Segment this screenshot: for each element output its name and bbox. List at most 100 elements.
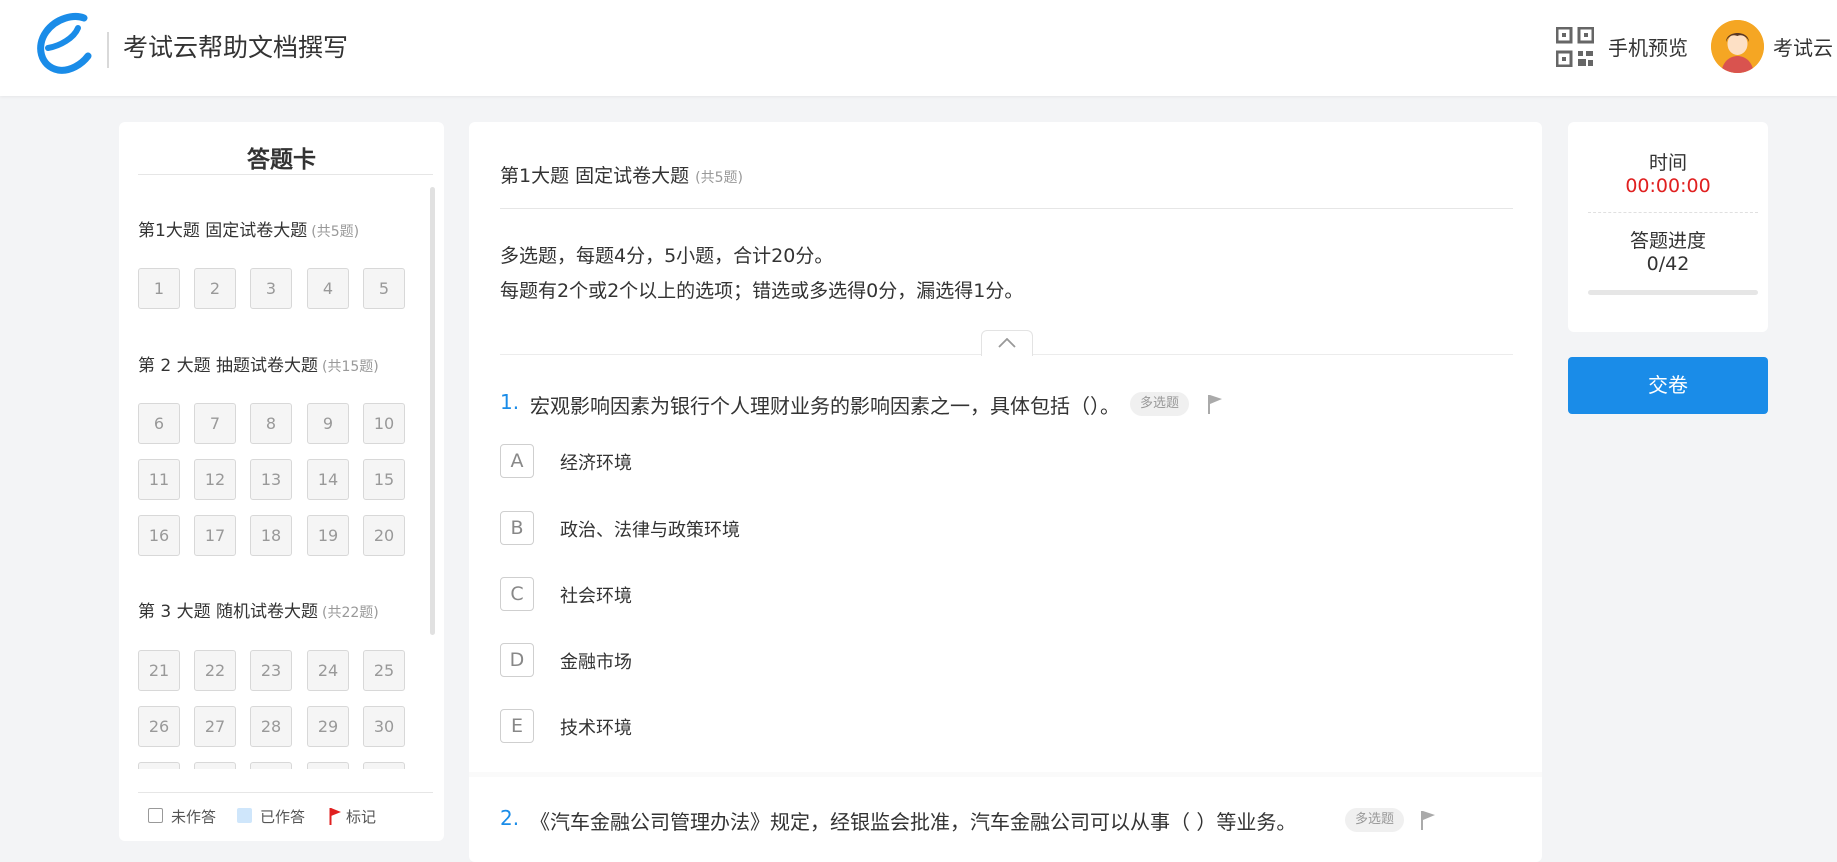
- option-c-text[interactable]: 社会环境: [560, 582, 632, 608]
- option-a-text[interactable]: 经济环境: [560, 449, 632, 475]
- option-e-button[interactable]: E: [500, 709, 534, 743]
- footer-divider: [138, 792, 433, 793]
- question-number-button[interactable]: 12: [194, 459, 236, 500]
- section-title-text: 第1大题 固定试卷大题: [138, 221, 308, 241]
- title-divider: [138, 174, 433, 175]
- part-description-line1: 多选题，每题4分，5小题，合计20分。: [500, 245, 834, 267]
- part-description-line2: 每题有2个或2个以上的选项；错选或多选得0分，漏选得1分。: [500, 280, 1024, 302]
- question-number-button[interactable]: 9: [307, 403, 349, 444]
- question-number-button[interactable]: 10: [363, 403, 405, 444]
- question-separator: [469, 772, 1542, 777]
- option-d-text[interactable]: 金融市场: [560, 648, 632, 674]
- question-number-button[interactable]: 24: [307, 650, 349, 691]
- section-count: (共15题): [322, 359, 379, 375]
- submit-exam-button[interactable]: 交卷: [1568, 357, 1768, 414]
- mobile-preview-link[interactable]: 手机预览: [1608, 35, 1688, 61]
- question-number-button[interactable]: 8: [250, 403, 292, 444]
- option-c-button[interactable]: C: [500, 577, 534, 611]
- question-number-button[interactable]: 35: [363, 762, 405, 769]
- question-number-button[interactable]: 23: [250, 650, 292, 691]
- progress-bar: [1588, 290, 1758, 295]
- question-number: 2.: [500, 806, 520, 830]
- section-count: (共22题): [322, 605, 379, 621]
- part-title-text: 第1大题 固定试卷大题: [500, 165, 690, 187]
- section-title: 第 3 大题 随机试卷大题 (共22题): [138, 597, 379, 622]
- option-a-button[interactable]: A: [500, 444, 534, 478]
- question-number-button[interactable]: 6: [138, 403, 180, 444]
- question-number-button[interactable]: 11: [138, 459, 180, 500]
- question-number-button[interactable]: 32: [194, 762, 236, 769]
- question-number-button[interactable]: 25: [363, 650, 405, 691]
- user-name[interactable]: 考试云: [1773, 35, 1833, 61]
- app-title: 考试云帮助文档撰写: [123, 33, 349, 62]
- marked-legend-label: 标记: [346, 808, 377, 826]
- question-text: 《汽车金融公司管理办法》规定，经银监会批准，汽车金融公司可以从事（ ）等业务。: [530, 810, 1297, 834]
- flag-icon[interactable]: [1207, 394, 1223, 414]
- question-number-button[interactable]: 27: [194, 706, 236, 747]
- question-number-button[interactable]: 20: [363, 515, 405, 556]
- answered-legend-label: 已作答: [260, 808, 306, 826]
- avatar[interactable]: [1711, 20, 1764, 73]
- question-number: 1.: [500, 390, 520, 414]
- section-title-text: 第 3 大题 随机试卷大题: [138, 602, 319, 622]
- unanswered-legend-label: 未作答: [171, 808, 217, 826]
- question-number-button[interactable]: 15: [363, 459, 405, 500]
- flag-icon[interactable]: [1420, 810, 1436, 830]
- section-title: 第1大题 固定试卷大题 (共5题): [138, 216, 359, 241]
- logo-separator: [107, 32, 109, 68]
- e-logo-icon[interactable]: [34, 12, 94, 76]
- exam-status-card: 时间 00:00:00 答题进度 0/42: [1568, 122, 1768, 332]
- section-title: 第 2 大题 抽题试卷大题 (共15题): [138, 351, 379, 376]
- question-number-button[interactable]: 28: [250, 706, 292, 747]
- question-number-button[interactable]: 31: [138, 762, 180, 769]
- answer-card-panel: 答题卡 第1大题 固定试卷大题 (共5题) 1 2 3 4 5 第 2 大题 抽题…: [119, 122, 444, 841]
- collapse-description-button[interactable]: [981, 330, 1033, 356]
- question-number-button[interactable]: 33: [250, 762, 292, 769]
- timer-value: 00:00:00: [1625, 175, 1711, 197]
- question-number-button[interactable]: 22: [194, 650, 236, 691]
- section-title-text: 第 2 大题 抽题试卷大题: [138, 356, 319, 376]
- unanswered-legend-icon: [148, 808, 163, 823]
- question-type-tag: 多选题: [1130, 392, 1190, 416]
- question-number-button[interactable]: 14: [307, 459, 349, 500]
- section-count: (共5题): [311, 224, 360, 240]
- question-number-button[interactable]: 17: [194, 515, 236, 556]
- answered-legend-icon: [237, 808, 252, 823]
- question-number-button[interactable]: 7: [194, 403, 236, 444]
- question-number-button[interactable]: 30: [363, 706, 405, 747]
- option-b-text[interactable]: 政治、法律与政策环境: [560, 516, 740, 542]
- part-title: 第1大题 固定试卷大题 (共5题): [500, 161, 743, 188]
- question-number-button[interactable]: 18: [250, 515, 292, 556]
- progress-value: 0/42: [1646, 253, 1690, 275]
- question-number-button[interactable]: 29: [307, 706, 349, 747]
- part-count: (共5题): [695, 170, 743, 186]
- option-d-button[interactable]: D: [500, 643, 534, 677]
- answer-card-scroll-area[interactable]: 第1大题 固定试卷大题 (共5题) 1 2 3 4 5 第 2 大题 抽题试卷大题…: [138, 184, 438, 769]
- answer-card-scrollbar[interactable]: [430, 187, 435, 635]
- top-header: 考试云帮助文档撰写 手机预览 考试云: [0, 0, 1837, 96]
- option-b-button[interactable]: B: [500, 511, 534, 545]
- status-divider: [1588, 212, 1758, 213]
- question-number-button[interactable]: 34: [307, 762, 349, 769]
- question-number-button[interactable]: 26: [138, 706, 180, 747]
- qr-code-icon[interactable]: [1556, 27, 1594, 67]
- progress-label: 答题进度: [1629, 230, 1706, 252]
- question-number-button[interactable]: 19: [307, 515, 349, 556]
- chevron-up-icon: [998, 338, 1016, 348]
- part-divider: [500, 208, 1513, 209]
- question-number-button[interactable]: 21: [138, 650, 180, 691]
- question-number-button[interactable]: 4: [307, 268, 349, 309]
- question-number-button[interactable]: 3: [250, 268, 292, 309]
- question-number-button[interactable]: 2: [194, 268, 236, 309]
- question-number-button[interactable]: 5: [363, 268, 405, 309]
- question-number-button[interactable]: 16: [138, 515, 180, 556]
- question-type-tag: 多选题: [1345, 808, 1405, 832]
- option-e-text[interactable]: 技术环境: [560, 714, 632, 740]
- answer-card-title: 答题卡: [247, 147, 316, 173]
- time-label: 时间: [1648, 152, 1687, 174]
- question-text: 宏观影响因素为银行个人理财业务的影响因素之一，具体包括（）。: [530, 394, 1120, 418]
- marked-flag-icon: [329, 808, 341, 825]
- question-number-button[interactable]: 13: [250, 459, 292, 500]
- question-number-button[interactable]: 1: [138, 268, 180, 309]
- question-panel: 第1大题 固定试卷大题 (共5题) 多选题，每题4分，5小题，合计20分。 每题有…: [469, 122, 1542, 862]
